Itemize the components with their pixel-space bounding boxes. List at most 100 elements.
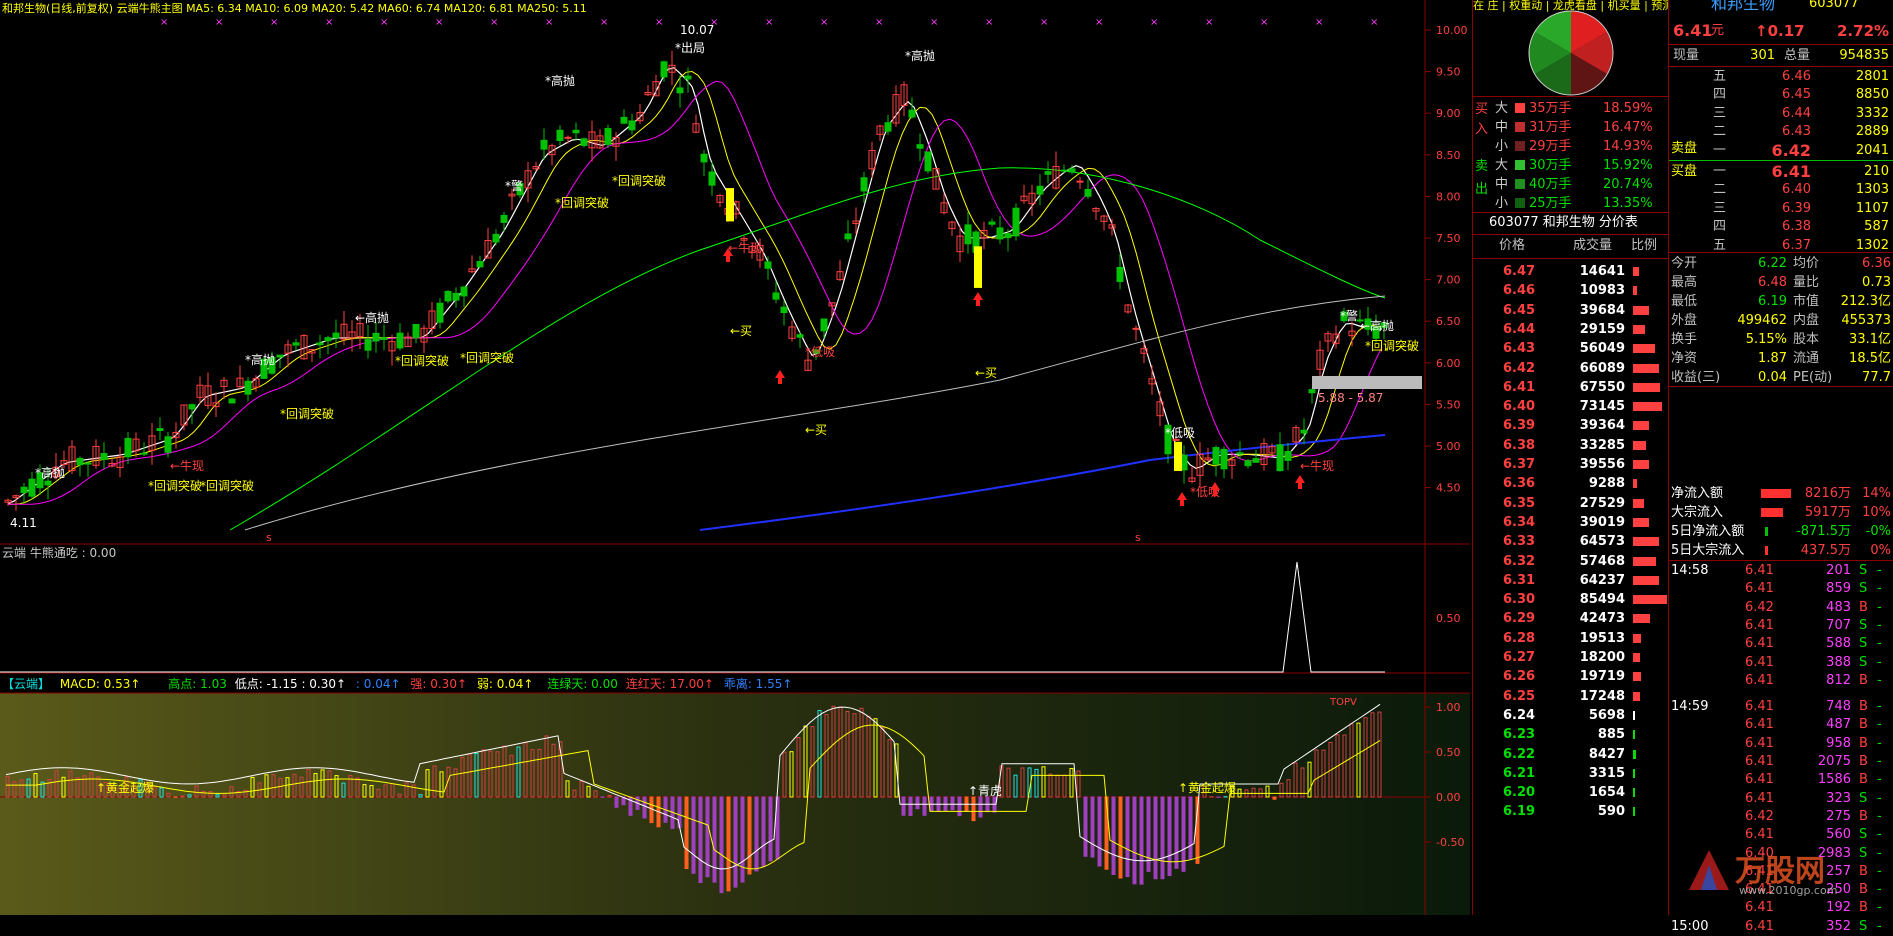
price-table-row[interactable]: 6.29 42473: [1473, 609, 1668, 628]
tick-row[interactable]: 6.41 812 B -: [1669, 672, 1893, 690]
price-table-row[interactable]: 6.35 27529: [1473, 494, 1668, 513]
tick-row[interactable]: 6.41 958 B -: [1669, 735, 1893, 753]
price-table-row[interactable]: 6.37 39556: [1473, 455, 1668, 474]
candle-body: [909, 110, 915, 117]
signal-marker: ×: [820, 17, 828, 28]
price-table-row[interactable]: 6.19 590: [1473, 802, 1668, 821]
chart-annotation: *回调突破: [612, 173, 666, 188]
price-table-row[interactable]: 6.44 29159: [1473, 320, 1668, 339]
candle-body: [709, 172, 715, 185]
tick-row[interactable]: 14:59 6.41 748 B -: [1669, 698, 1893, 716]
row-price: 6.25: [1503, 687, 1535, 706]
tick-row[interactable]: 6.41 1586 B -: [1669, 771, 1893, 789]
price-table-row[interactable]: 6.36 9288: [1473, 474, 1668, 493]
price-table-row[interactable]: 6.27 18200: [1473, 648, 1668, 667]
macd-bar: [1189, 797, 1192, 859]
book-level-row[interactable]: 三 6.44 3332: [1669, 104, 1893, 123]
candle-body: [165, 437, 171, 452]
candle-body: [661, 62, 667, 77]
book-level-row[interactable]: 一 6.41 210: [1669, 162, 1893, 181]
stat-value: 0.04: [1729, 368, 1787, 387]
book-level-row[interactable]: 二 6.40 1303: [1669, 180, 1893, 199]
macd-bar: [762, 797, 765, 867]
tick-row[interactable]: 6.42 483 B -: [1669, 599, 1893, 617]
tick-side: B: [1859, 716, 1868, 734]
row-price: 6.33: [1503, 532, 1535, 551]
s-marker: s: [266, 531, 272, 544]
tick-row[interactable]: 6.41 487 B -: [1669, 716, 1893, 734]
chart-annotation: ←买: [805, 423, 827, 437]
row-price: 6.47: [1503, 262, 1535, 281]
tick-flag: -: [1877, 580, 1882, 598]
price-table-row[interactable]: 6.34 39019: [1473, 513, 1668, 532]
tick-row[interactable]: 6.41 707 S -: [1669, 617, 1893, 635]
tick-row[interactable]: 6.41 388 S -: [1669, 654, 1893, 672]
tick-row[interactable]: 6.41 588 S -: [1669, 635, 1893, 653]
price-table-row[interactable]: 6.22 8427: [1473, 745, 1668, 764]
price-table-row[interactable]: 6.25 17248: [1473, 687, 1668, 706]
stat-label: 换手: [1671, 330, 1697, 349]
tick-row[interactable]: 6.41 2075 B -: [1669, 753, 1893, 771]
tick-row[interactable]: 14:58 6.41 201 S -: [1669, 562, 1893, 580]
level-price: 6.45: [1741, 85, 1811, 104]
price-table-row[interactable]: 6.46 10983: [1473, 281, 1668, 300]
book-level-row[interactable]: 五 6.46 2801: [1669, 67, 1893, 86]
macd-strong: 强: 0.30↑: [410, 677, 467, 691]
book-level-row[interactable]: 三 6.39 1107: [1669, 199, 1893, 218]
macd-bar: [972, 797, 975, 821]
price-table-row[interactable]: 6.41 67550: [1473, 378, 1668, 397]
row-ratio-bar: [1633, 441, 1646, 450]
price-table-row[interactable]: 6.47 14641: [1473, 262, 1668, 281]
quote-price-row: 6.41 元 ↑0.17 2.72%: [1669, 20, 1893, 42]
row-price: 6.43: [1503, 339, 1535, 358]
volume-row: 现量 301 总量 954835: [1669, 46, 1893, 65]
price-table-row[interactable]: 6.38 33285: [1473, 436, 1668, 455]
candle-body: [621, 117, 627, 123]
price-table-row[interactable]: 6.39 39364: [1473, 416, 1668, 435]
price-table-row[interactable]: 6.24 5698: [1473, 706, 1668, 725]
tick-row[interactable]: 6.41 859 S -: [1669, 580, 1893, 598]
candle-body: [1013, 208, 1019, 236]
money-flow-row: 小 25万手 13.35%: [1473, 194, 1668, 213]
price-table-row[interactable]: 6.21 3315: [1473, 764, 1668, 783]
price-table-row[interactable]: 6.30 85494: [1473, 590, 1668, 609]
chart-annotation: 4.11: [10, 516, 37, 530]
price-table-row[interactable]: 6.42 66089: [1473, 359, 1668, 378]
candle-body: [397, 333, 403, 348]
price-table-row[interactable]: 6.45 39684: [1473, 301, 1668, 320]
row-ratio-bar: [1633, 325, 1645, 334]
tick-price: 6.41: [1745, 654, 1774, 672]
signal-marker: ×: [1205, 17, 1213, 28]
price-table-row[interactable]: 6.32 57468: [1473, 552, 1668, 571]
price-table-row[interactable]: 6.31 64237: [1473, 571, 1668, 590]
flow-pct: 14.93%: [1603, 137, 1653, 156]
level-price: 6.41: [1741, 162, 1811, 181]
total-label: 总量: [1784, 46, 1810, 65]
stat-value: 0.73: [1837, 273, 1891, 292]
row-volume: 19719: [1563, 667, 1625, 686]
tick-row[interactable]: 6.41 323 S -: [1669, 790, 1893, 808]
tick-row[interactable]: 6.42 275 B -: [1669, 808, 1893, 826]
price-table-row[interactable]: 6.20 1654: [1473, 783, 1668, 802]
kline-svg[interactable]: 10.07*出局4.11*高抛*高抛*高抛*高抛←高抛←高抛*回调突破*回调突破…: [0, 0, 1470, 915]
row-volume: 8427: [1563, 745, 1625, 764]
candle-body: [293, 343, 299, 345]
price-table-row[interactable]: 6.33 64573: [1473, 532, 1668, 551]
price-table-row[interactable]: 6.23 885: [1473, 725, 1668, 744]
price-table-row[interactable]: 6.26 19719: [1473, 667, 1668, 686]
tick-row[interactable]: 15:00 6.41 352 S -: [1669, 918, 1893, 936]
book-level-row[interactable]: 四 6.45 8850: [1669, 85, 1893, 104]
tick-volume: 859: [1809, 580, 1851, 598]
tick-price: 6.41: [1745, 790, 1774, 808]
row-ratio-bar: [1633, 537, 1659, 546]
price-table-row[interactable]: 6.43 56049: [1473, 339, 1668, 358]
fund-flow-row: 5日大宗流入 437.5万 0%: [1669, 541, 1893, 560]
price-table-row[interactable]: 6.40 73145: [1473, 397, 1668, 416]
flow-size: 小: [1495, 194, 1508, 213]
flow-bar: [1761, 508, 1783, 517]
price-table-row[interactable]: 6.28 19513: [1473, 629, 1668, 648]
book-level-row[interactable]: 四 6.38 587: [1669, 217, 1893, 236]
sub1-tick-label: 0.50: [1436, 612, 1461, 625]
tick-volume: 958: [1809, 735, 1851, 753]
kline-chart-area[interactable]: 10.07*出局4.11*高抛*高抛*高抛*高抛←高抛←高抛*回调突破*回调突破…: [0, 0, 1470, 915]
